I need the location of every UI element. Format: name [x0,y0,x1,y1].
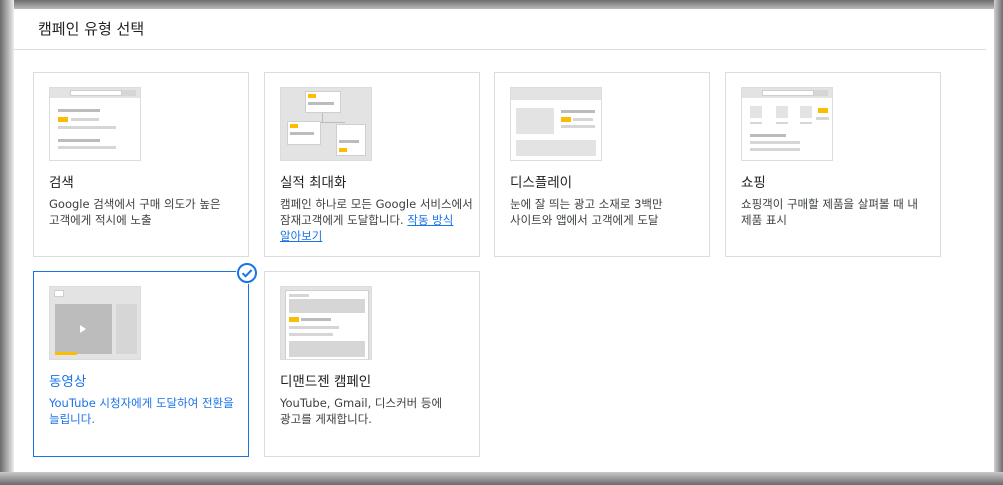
card-title: 디맨드젠 캠페인 [280,374,372,390]
card-description: 쇼핑객이 구매할 제품을 살펴볼 때 내 제품 표시 [741,197,918,227]
campaign-card-shopping[interactable]: 쇼핑 쇼핑객이 구매할 제품을 살펴볼 때 내 제품 표시 [725,72,941,257]
campaign-type-panel: 캠페인 유형 선택 검색 Google 검색에서 구매 의도가 높은 고객에게 … [14,9,994,472]
display-illustration [510,87,602,161]
search-illustration [49,87,141,161]
window-frame-left [0,0,14,485]
video-illustration [49,286,141,360]
card-description: 캠페인 하나로 모든 Google 서비스에서 잠재고객에게 도달합니다. 작동… [280,196,476,244]
card-description: YouTube, Gmail, 디스커버 등에 광고를 게재합니다. [280,396,443,426]
campaign-card-video[interactable]: 동영상 YouTube 시청자에게 도달하여 전환을 늘립니다. [33,262,258,457]
campaign-card-demand-gen[interactable]: 디맨드젠 캠페인 YouTube, Gmail, 디스커버 등에 광고를 게재합… [264,271,480,457]
card-title: 검색 [49,175,74,191]
card-description: Google 검색에서 구매 의도가 높은 고객에게 적시에 노출 [49,197,221,227]
window-frame-right [994,0,1003,485]
shopping-illustration [741,87,833,161]
card-description: 눈에 잘 띄는 광고 소재로 3백만 사이트와 앱에서 고객에게 도달 [510,197,663,227]
demand-gen-illustration [280,286,372,360]
window-frame-top [0,0,1003,9]
panel-header: 캠페인 유형 선택 [14,9,986,50]
campaign-card-search[interactable]: 검색 Google 검색에서 구매 의도가 높은 고객에게 적시에 노출 [33,72,249,257]
card-title: 쇼핑 [741,175,766,191]
card-description: YouTube 시청자에게 도달하여 전환을 늘립니다. [49,396,234,426]
card-title: 실적 최대화 [280,175,347,191]
card-title: 디스플레이 [510,175,573,191]
campaign-card-performance-max[interactable]: 실적 최대화 캠페인 하나로 모든 Google 서비스에서 잠재고객에게 도달… [264,72,480,257]
performance-max-illustration [280,87,372,161]
campaign-card-display[interactable]: 디스플레이 눈에 잘 띄는 광고 소재로 3백만 사이트와 앱에서 고객에게 도… [494,72,710,257]
window-frame-bottom [0,472,1003,485]
card-title: 동영상 [49,374,87,390]
page-title: 캠페인 유형 선택 [38,20,145,38]
check-circle-icon [236,262,258,284]
